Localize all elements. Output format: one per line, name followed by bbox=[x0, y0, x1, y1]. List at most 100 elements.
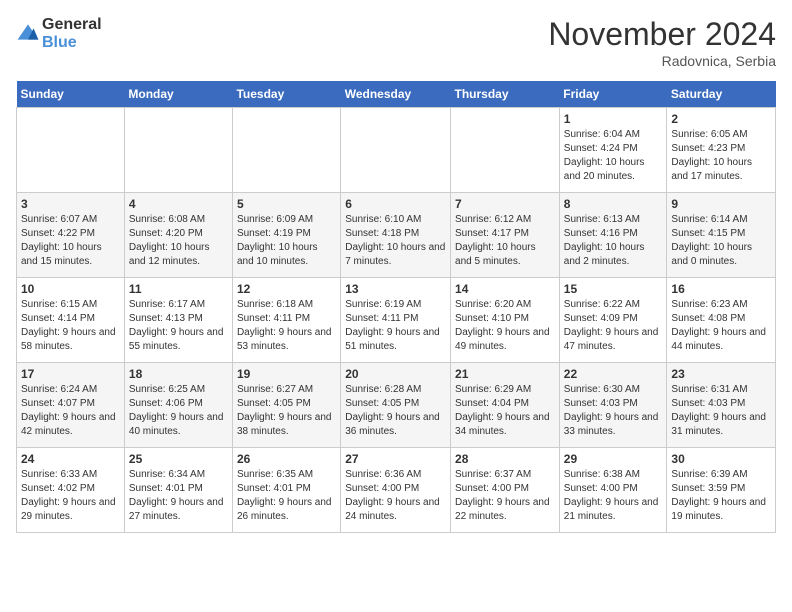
day-content: Sunrise: 6:20 AM Sunset: 4:10 PM Dayligh… bbox=[455, 298, 555, 354]
day-number: 14 bbox=[455, 282, 555, 296]
day-content: Sunrise: 6:12 AM Sunset: 4:17 PM Dayligh… bbox=[455, 213, 555, 269]
day-content: Sunrise: 6:17 AM Sunset: 4:13 PM Dayligh… bbox=[129, 298, 228, 354]
day-number: 20 bbox=[345, 367, 446, 381]
day-content: Sunrise: 6:24 AM Sunset: 4:07 PM Dayligh… bbox=[21, 383, 120, 439]
calendar-cell: 7 Sunrise: 6:12 AM Sunset: 4:17 PM Daylig… bbox=[451, 193, 560, 278]
day-number: 29 bbox=[564, 452, 663, 466]
day-number: 8 bbox=[564, 197, 663, 211]
day-content: Sunrise: 6:31 AM Sunset: 4:03 PM Dayligh… bbox=[671, 383, 771, 439]
day-content: Sunrise: 6:38 AM Sunset: 4:00 PM Dayligh… bbox=[564, 468, 663, 524]
calendar-week-row: 10 Sunrise: 6:15 AM Sunset: 4:14 PM Dayli… bbox=[17, 278, 776, 363]
calendar-cell: 17 Sunrise: 6:24 AM Sunset: 4:07 PM Dayli… bbox=[17, 363, 125, 448]
day-number: 10 bbox=[21, 282, 120, 296]
day-content: Sunrise: 6:04 AM Sunset: 4:24 PM Dayligh… bbox=[564, 128, 663, 184]
day-content: Sunrise: 6:27 AM Sunset: 4:05 PM Dayligh… bbox=[237, 383, 336, 439]
day-content: Sunrise: 6:22 AM Sunset: 4:09 PM Dayligh… bbox=[564, 298, 663, 354]
calendar-cell: 30 Sunrise: 6:39 AM Sunset: 3:59 PM Dayli… bbox=[667, 448, 776, 533]
day-content: Sunrise: 6:29 AM Sunset: 4:04 PM Dayligh… bbox=[455, 383, 555, 439]
calendar-week-row: 1 Sunrise: 6:04 AM Sunset: 4:24 PM Daylig… bbox=[17, 108, 776, 193]
calendar-cell: 6 Sunrise: 6:10 AM Sunset: 4:18 PM Daylig… bbox=[341, 193, 451, 278]
day-content: Sunrise: 6:13 AM Sunset: 4:16 PM Dayligh… bbox=[564, 213, 663, 269]
calendar-cell: 27Sunrise: 6:36 AM Sunset: 4:00 PM Dayli… bbox=[341, 448, 451, 533]
day-number: 11 bbox=[129, 282, 228, 296]
day-number: 15 bbox=[564, 282, 663, 296]
column-header-monday: Monday bbox=[124, 81, 232, 108]
column-header-thursday: Thursday bbox=[451, 81, 560, 108]
day-number: 9 bbox=[671, 197, 771, 211]
column-header-tuesday: Tuesday bbox=[232, 81, 340, 108]
day-number: 18 bbox=[129, 367, 228, 381]
calendar-cell: 11 Sunrise: 6:17 AM Sunset: 4:13 PM Dayli… bbox=[124, 278, 232, 363]
day-number: 21 bbox=[455, 367, 555, 381]
day-content: Sunrise: 6:19 AM Sunset: 4:11 PM Dayligh… bbox=[345, 298, 446, 354]
calendar-cell: 9 Sunrise: 6:14 AM Sunset: 4:15 PM Daylig… bbox=[667, 193, 776, 278]
calendar-week-row: 24Sunrise: 6:33 AM Sunset: 4:02 PM Dayli… bbox=[17, 448, 776, 533]
calendar-cell bbox=[451, 108, 560, 193]
day-content: Sunrise: 6:08 AM Sunset: 4:20 PM Dayligh… bbox=[129, 213, 228, 269]
day-number: 13 bbox=[345, 282, 446, 296]
day-content: Sunrise: 6:15 AM Sunset: 4:14 PM Dayligh… bbox=[21, 298, 120, 354]
calendar-cell bbox=[124, 108, 232, 193]
calendar-table: SundayMondayTuesdayWednesdayThursdayFrid… bbox=[16, 81, 776, 533]
logo-text-general: General bbox=[42, 16, 102, 34]
day-content: Sunrise: 6:34 AM Sunset: 4:01 PM Dayligh… bbox=[129, 468, 228, 524]
logo: General Blue bbox=[16, 16, 102, 52]
calendar-cell: 14 Sunrise: 6:20 AM Sunset: 4:10 PM Dayli… bbox=[451, 278, 560, 363]
day-content: Sunrise: 6:23 AM Sunset: 4:08 PM Dayligh… bbox=[671, 298, 771, 354]
calendar-cell: 5Sunrise: 6:09 AM Sunset: 4:19 PM Daylig… bbox=[232, 193, 340, 278]
day-number: 22 bbox=[564, 367, 663, 381]
day-number: 6 bbox=[345, 197, 446, 211]
day-content: Sunrise: 6:35 AM Sunset: 4:01 PM Dayligh… bbox=[237, 468, 336, 524]
location-subtitle: Radovnica, Serbia bbox=[548, 53, 776, 69]
day-content: Sunrise: 6:25 AM Sunset: 4:06 PM Dayligh… bbox=[129, 383, 228, 439]
calendar-cell: 29 Sunrise: 6:38 AM Sunset: 4:00 PM Dayli… bbox=[559, 448, 667, 533]
day-number: 7 bbox=[455, 197, 555, 211]
day-content: Sunrise: 6:39 AM Sunset: 3:59 PM Dayligh… bbox=[671, 468, 771, 524]
calendar-week-row: 3 Sunrise: 6:07 AM Sunset: 4:22 PM Daylig… bbox=[17, 193, 776, 278]
day-number: 19 bbox=[237, 367, 336, 381]
column-header-friday: Friday bbox=[559, 81, 667, 108]
column-header-saturday: Saturday bbox=[667, 81, 776, 108]
calendar-cell: 24Sunrise: 6:33 AM Sunset: 4:02 PM Dayli… bbox=[17, 448, 125, 533]
day-number: 3 bbox=[21, 197, 120, 211]
calendar-cell: 8 Sunrise: 6:13 AM Sunset: 4:16 PM Daylig… bbox=[559, 193, 667, 278]
calendar-cell: 25 Sunrise: 6:34 AM Sunset: 4:01 PM Dayli… bbox=[124, 448, 232, 533]
calendar-cell: 15 Sunrise: 6:22 AM Sunset: 4:09 PM Dayli… bbox=[559, 278, 667, 363]
logo-text-blue: Blue bbox=[42, 34, 102, 52]
day-content: Sunrise: 6:05 AM Sunset: 4:23 PM Dayligh… bbox=[671, 128, 771, 184]
calendar-cell: 18 Sunrise: 6:25 AM Sunset: 4:06 PM Dayli… bbox=[124, 363, 232, 448]
calendar-cell: 28Sunrise: 6:37 AM Sunset: 4:00 PM Dayli… bbox=[451, 448, 560, 533]
calendar-cell: 13 Sunrise: 6:19 AM Sunset: 4:11 PM Dayli… bbox=[341, 278, 451, 363]
day-number: 30 bbox=[671, 452, 771, 466]
day-content: Sunrise: 6:10 AM Sunset: 4:18 PM Dayligh… bbox=[345, 213, 446, 269]
calendar-cell: 20Sunrise: 6:28 AM Sunset: 4:05 PM Dayli… bbox=[341, 363, 451, 448]
day-number: 24 bbox=[21, 452, 120, 466]
calendar-cell: 12Sunrise: 6:18 AM Sunset: 4:11 PM Dayli… bbox=[232, 278, 340, 363]
day-content: Sunrise: 6:30 AM Sunset: 4:03 PM Dayligh… bbox=[564, 383, 663, 439]
column-header-sunday: Sunday bbox=[17, 81, 125, 108]
calendar-cell: 23 Sunrise: 6:31 AM Sunset: 4:03 PM Dayli… bbox=[667, 363, 776, 448]
day-number: 5 bbox=[237, 197, 336, 211]
day-number: 23 bbox=[671, 367, 771, 381]
calendar-cell: 3 Sunrise: 6:07 AM Sunset: 4:22 PM Daylig… bbox=[17, 193, 125, 278]
day-number: 1 bbox=[564, 112, 663, 126]
calendar-week-row: 17 Sunrise: 6:24 AM Sunset: 4:07 PM Dayli… bbox=[17, 363, 776, 448]
day-number: 17 bbox=[21, 367, 120, 381]
calendar-cell bbox=[17, 108, 125, 193]
day-number: 12 bbox=[237, 282, 336, 296]
calendar-cell: 16 Sunrise: 6:23 AM Sunset: 4:08 PM Dayli… bbox=[667, 278, 776, 363]
day-number: 25 bbox=[129, 452, 228, 466]
page-header: General Blue November 2024 Radovnica, Se… bbox=[16, 16, 776, 69]
calendar-cell: 2 Sunrise: 6:05 AM Sunset: 4:23 PM Daylig… bbox=[667, 108, 776, 193]
day-number: 2 bbox=[671, 112, 771, 126]
calendar-cell: 4Sunrise: 6:08 AM Sunset: 4:20 PM Daylig… bbox=[124, 193, 232, 278]
day-number: 16 bbox=[671, 282, 771, 296]
calendar-cell: 22 Sunrise: 6:30 AM Sunset: 4:03 PM Dayli… bbox=[559, 363, 667, 448]
title-area: November 2024 Radovnica, Serbia bbox=[548, 16, 776, 69]
day-content: Sunrise: 6:07 AM Sunset: 4:22 PM Dayligh… bbox=[21, 213, 120, 269]
day-content: Sunrise: 6:14 AM Sunset: 4:15 PM Dayligh… bbox=[671, 213, 771, 269]
calendar-header-row: SundayMondayTuesdayWednesdayThursdayFrid… bbox=[17, 81, 776, 108]
logo-icon bbox=[16, 22, 40, 46]
day-number: 28 bbox=[455, 452, 555, 466]
calendar-cell: 1 Sunrise: 6:04 AM Sunset: 4:24 PM Daylig… bbox=[559, 108, 667, 193]
